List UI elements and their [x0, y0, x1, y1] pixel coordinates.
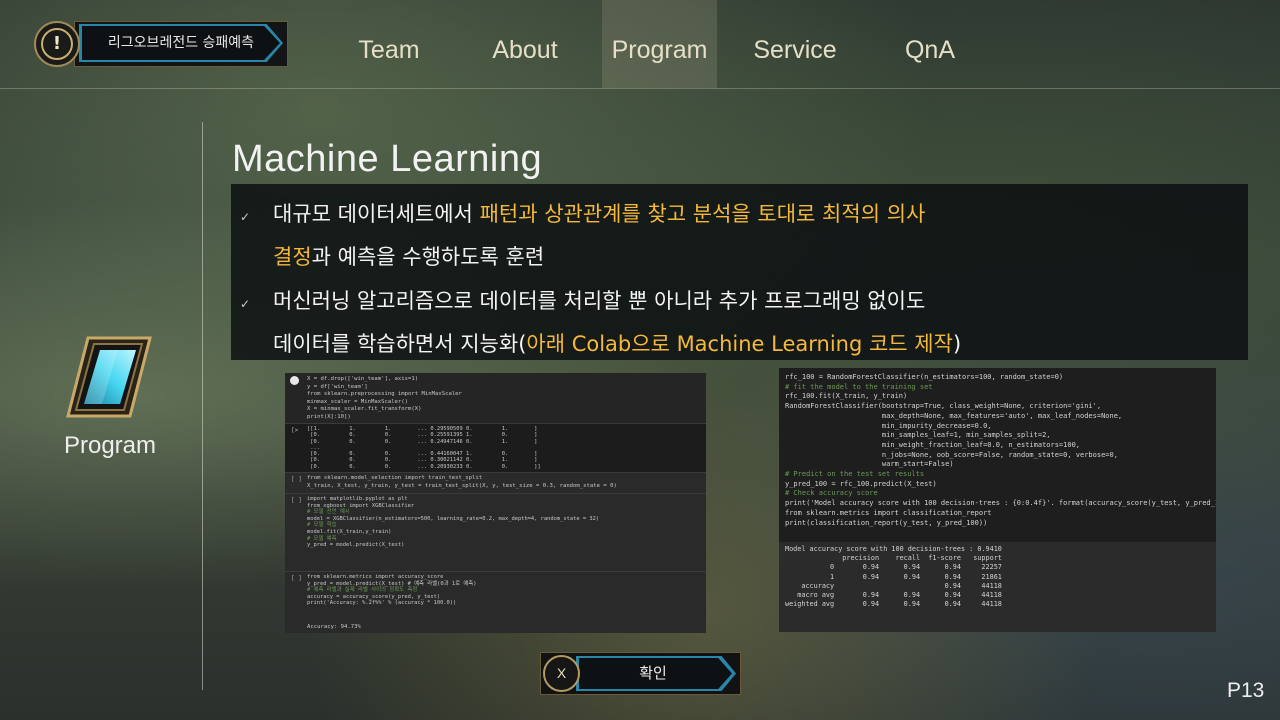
run-cell-icon: [ ] [291, 476, 302, 483]
code-line: accuracy 0.94 44118 [785, 581, 1002, 590]
accuracy-output: Accuracy: 94.73% [307, 624, 361, 630]
code-line: [0. 0. 0. ... 0.24947146 0. 1. ] [307, 438, 538, 445]
exclamation-icon: ! [41, 28, 73, 60]
code-line: macro avg 0.94 0.94 0.94 44118 [785, 591, 1002, 600]
code-line: Model accuracy score with 100 decision-t… [785, 545, 1002, 553]
code-line: rfc_100.fit(X_train, y_train) [785, 392, 908, 401]
code-line: # 모델 학습 [307, 522, 337, 529]
code-line: # 모델 예측 [307, 535, 337, 542]
nav-team[interactable]: Team [337, 0, 441, 88]
output-icon: [> [291, 427, 299, 434]
code-line: from xgboost import XGBClassifier [307, 502, 415, 509]
code-line: print(X[:10]) [307, 413, 351, 420]
description-highlight: 아래 Colab으로 Machine Learning 코드 제작 [526, 332, 953, 356]
code-line: precision recall f1-score support [785, 554, 1002, 563]
cell-output: Model accuracy score with 100 decision-t… [779, 542, 1216, 632]
description-line-2: 결정과 예측을 수행하도록 훈련 [273, 241, 544, 271]
description-highlight: 패턴과 상관관계를 찾고 분석을 토대로 최적의 의사 [479, 202, 926, 226]
code-line: y_pred = model.predict(X_test) [307, 542, 405, 549]
close-icon: X [543, 655, 580, 692]
description-text: 데이터를 학습하면서 지능화( [273, 332, 527, 356]
nav-about[interactable]: About [473, 0, 577, 88]
code-line: from sklearn.preprocessing import MinMax… [307, 391, 462, 397]
code-line: [0. 0. 0. ... 0.25591395 1. 0. ] [307, 432, 538, 439]
code-cell: [ ] from sklearn.model_selection import … [285, 473, 706, 494]
code-line: import matplotlib.pyplot as plt [307, 496, 408, 502]
description-line-4: 데이터를 학습하면서 지능화(아래 Colab으로 Machine Learni… [273, 328, 961, 358]
code-line: minmax_scaler = MinMaxScaler() [307, 398, 409, 405]
code-line: from sklearn.metrics import accuracy_sco… [307, 574, 444, 580]
nav-qna[interactable]: QnA [878, 0, 982, 88]
code-line: model = XGBClassifier(n_estimators=500, … [307, 515, 600, 522]
code-line: min_samples_leaf=1, min_samples_split=2, [785, 431, 1051, 440]
code-line: [0. 0. 0. ... 0.20930233 0. 0. ]] [307, 463, 541, 470]
code-line: from sklearn.model_selection import trai… [307, 475, 483, 481]
code-line: # Check accuracy score [785, 489, 878, 498]
nav-service[interactable]: Service [743, 0, 847, 88]
run-cell-icon: [ ] [291, 575, 302, 582]
nav-program[interactable]: Program [602, 0, 717, 88]
confirm-button[interactable]: 확인 X [540, 652, 741, 695]
cell-output-text: Model accuracy score with 100 decision-t… [785, 545, 1002, 609]
code-line: X = minmax_scaler.fit_transform(X) [307, 406, 422, 412]
cell-code: from sklearn.model_selection import trai… [307, 475, 617, 490]
page-title: Machine Learning [232, 138, 543, 180]
cell-code: from sklearn.metrics import accuracy_sco… [307, 574, 477, 607]
run-cell-icon [290, 376, 299, 385]
cell-output-text: [[1. 1. 1. ... 0.29590509 0. 1. ] [0. 0.… [307, 426, 541, 470]
app-title-badge[interactable]: 리그오브레전드 승패예측 ! [34, 21, 288, 67]
code-line: # 모델 선언 예시 [307, 509, 350, 516]
section-label: Program [63, 432, 157, 459]
badge-ring: ! [34, 21, 80, 67]
check-icon: ✓ [240, 210, 251, 224]
cell-code: import matplotlib.pyplot as plt from xgbo… [307, 496, 599, 549]
description-text: 대규모 데이터세트에서 [273, 202, 480, 226]
code-line: n_jobs=None, oob_score=False, random_sta… [785, 450, 1118, 459]
code-cell: [ ] from sklearn.metrics import accuracy… [285, 572, 706, 633]
cell-code: X = df.drop(['win_team'], axis=1) y = df[… [307, 376, 462, 421]
code-line: model.fit(X_train,y_train) [307, 528, 392, 535]
code-line: 0 0.94 0.94 0.94 22257 [785, 563, 1002, 572]
code-line: X_train, X_test, y_train, y_test = train… [307, 482, 617, 489]
app-title-label: 리그오브레전드 승패예측 [107, 35, 255, 51]
code-cell: X = df.drop(['win_team'], axis=1) y = df[… [285, 373, 706, 424]
code-line: # fit the model to the training set [785, 382, 933, 391]
code-line: X = df.drop(['win_team'], axis=1) [307, 376, 419, 382]
code-cell: [ ] import matplotlib.pyplot as plt from … [285, 494, 706, 572]
code-line: warm_start=False) [785, 460, 954, 469]
code-line: max_depth=None, max_features='auto', max… [785, 411, 1123, 420]
code-line: RandomForestClassifier(bootstrap=True, c… [785, 402, 1102, 411]
code-line: rfc_100 = RandomForestClassifier(n_estim… [785, 373, 1064, 381]
cell-code: rfc_100 = RandomForestClassifier(n_estim… [785, 373, 1216, 528]
top-navigation-bar: 리그오브레전드 승패예측 ! Team About Program Servic… [0, 0, 1280, 89]
check-icon: ✓ [240, 297, 251, 311]
description-line-3: 머신러닝 알고리즘으로 데이터를 처리할 뿐 아니라 추가 프로그래밍 없이도 [273, 289, 926, 313]
code-line: min_weight_fraction_leaf=0.0, n_estimato… [785, 440, 1081, 449]
code-line: from sklearn.metrics import classificati… [785, 508, 992, 517]
code-line: [0. 0. 0. ... 0.30021142 0. 1. ] [307, 457, 538, 464]
code-line: accuracy = accuracy_score(y_pred, y_test… [307, 593, 441, 600]
cell-output: [> [[1. 1. 1. ... 0.29590509 0. 1. ] [0.… [285, 424, 706, 473]
description-text: ) [952, 332, 962, 356]
code-line: print('Accuracy: %.2f%%' % (accuracy * 1… [307, 600, 457, 607]
code-line: print(classification_report(y_test, y_pr… [785, 518, 988, 527]
code-line: y = df['win_team'] [307, 383, 368, 390]
sidebar-divider [202, 122, 203, 690]
confirm-label: 확인 [639, 664, 667, 682]
description-highlight: 결정 [273, 245, 312, 269]
page-number: P13 [1227, 679, 1265, 702]
description-line-1: 대규모 데이터세트에서 패턴과 상관관계를 찾고 분석을 토대로 최적의 의사 [273, 198, 925, 228]
code-line: y_pred_100 = rfc_100.predict(X_test) [785, 479, 937, 488]
colab-code-screenshot-left: X = df.drop(['win_team'], axis=1) y = df[… [285, 373, 706, 633]
code-line: print('Model accuracy score with 100 dec… [785, 499, 1216, 508]
code-line: # Predict on the test set results [785, 470, 925, 479]
crystal-emblem-icon [66, 336, 152, 418]
description-text: 과 예측을 수행하도록 훈련 [311, 245, 545, 269]
code-line: 1 0.94 0.94 0.94 21861 [785, 572, 1002, 581]
colab-code-screenshot-right: rfc_100 = RandomForestClassifier(n_estim… [779, 368, 1216, 632]
run-cell-icon: [ ] [291, 497, 302, 504]
code-line: weighted avg 0.94 0.94 0.94 44118 [785, 600, 1002, 609]
code-line: # 예측 라벨과 실제 라벨 사이의 정확도 측정 [307, 587, 418, 594]
code-line: min_impurity_decrease=0.0, [785, 421, 992, 430]
